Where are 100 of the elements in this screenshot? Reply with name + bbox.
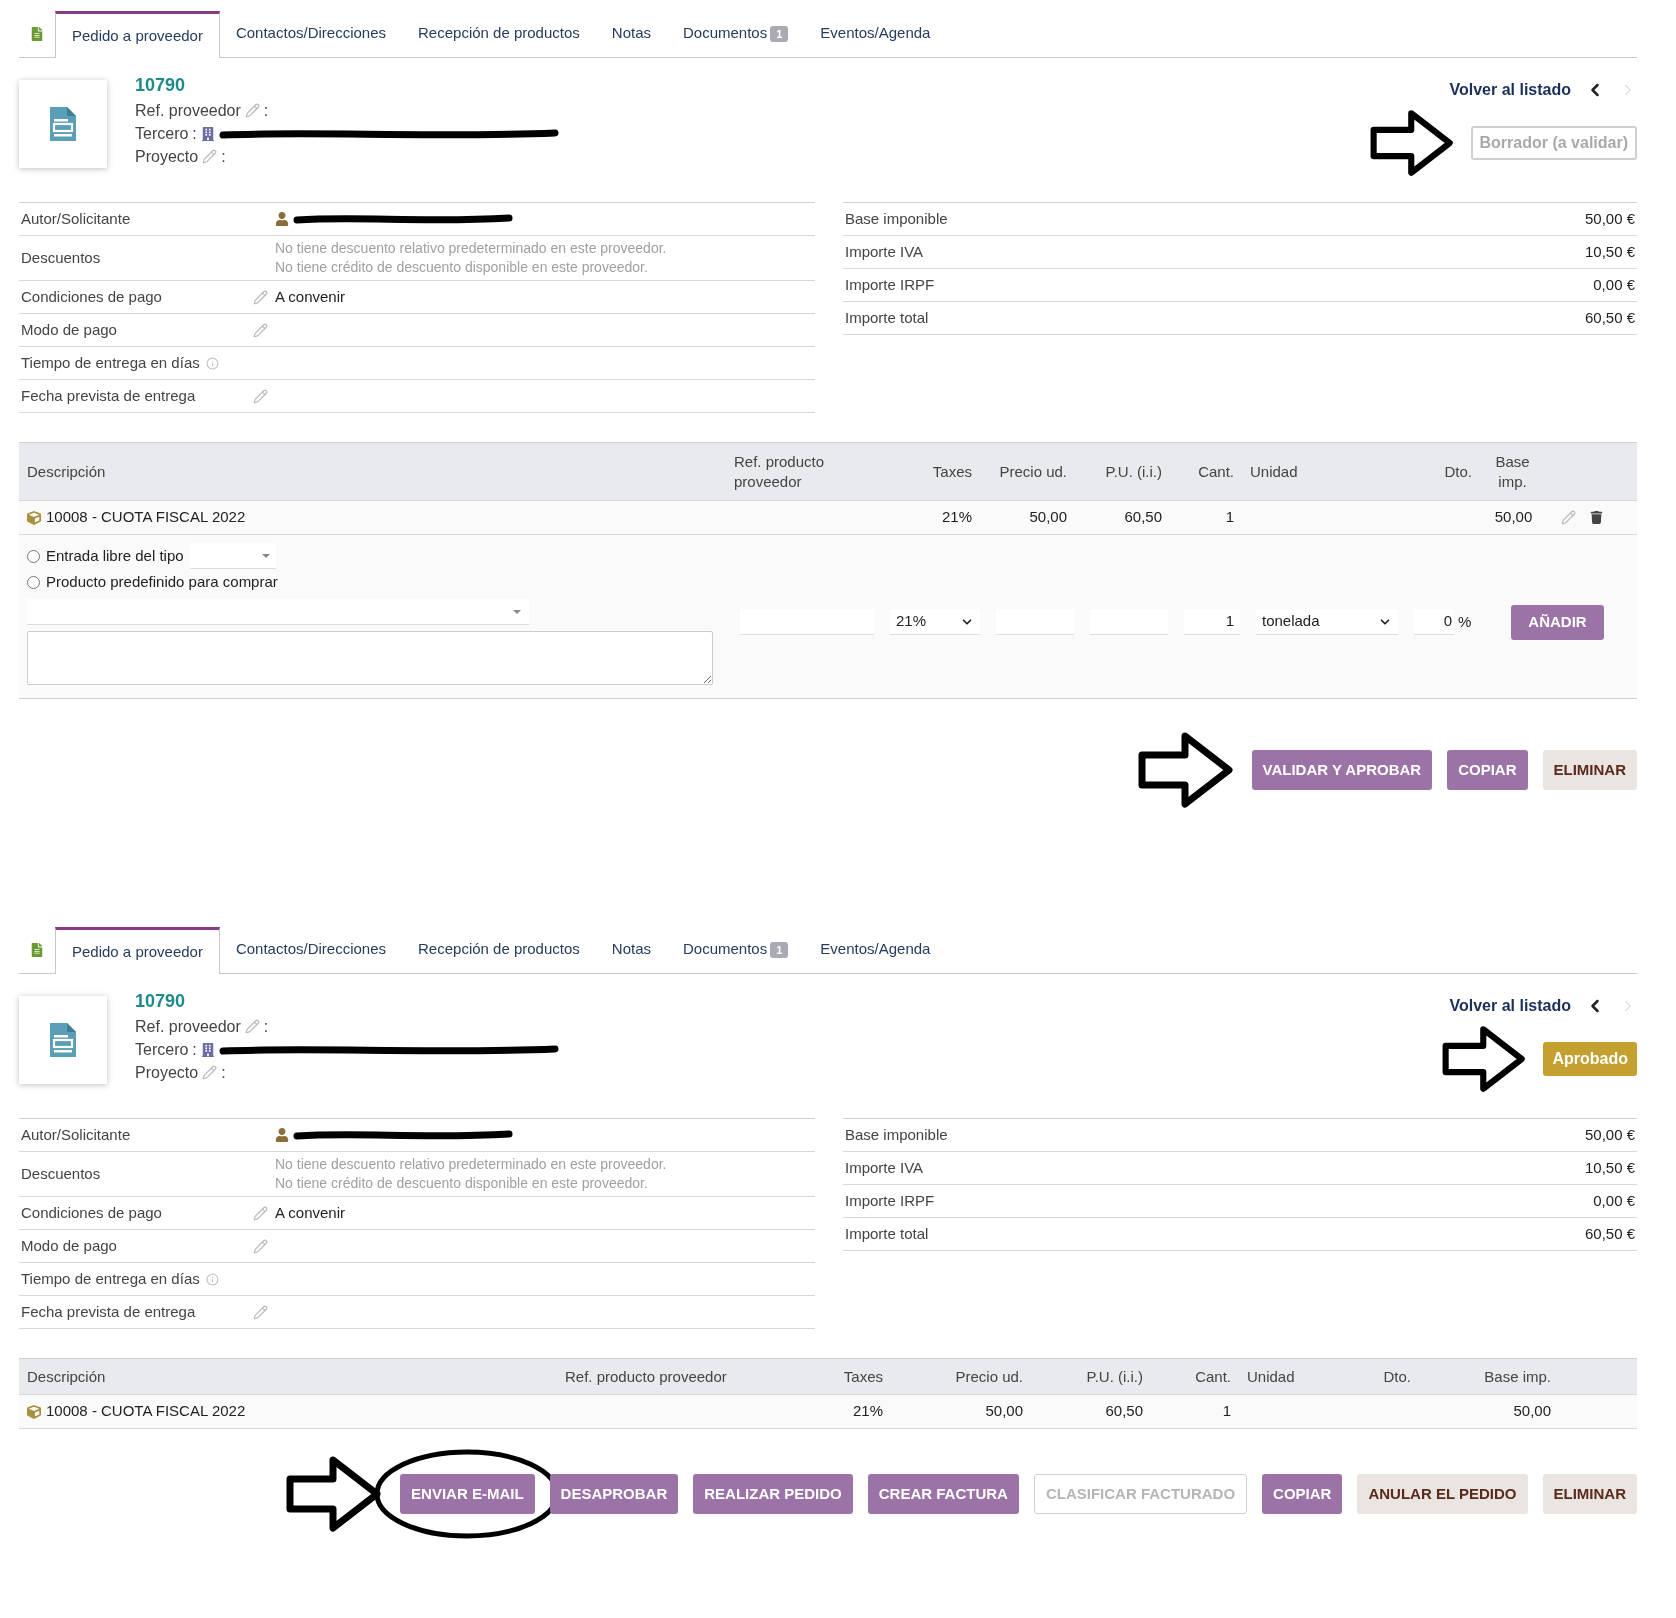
- edit-icon[interactable]: [253, 1304, 268, 1320]
- field-label: Fecha prevista de entrega: [21, 1301, 196, 1322]
- colon: :: [263, 1017, 269, 1037]
- table-cell-text: 21%: [851, 1401, 883, 1422]
- tab[interactable]: Pedido a proveedor: [55, 11, 220, 58]
- field-label: Tercero: [135, 1040, 189, 1060]
- total-value: 10,50 €: [1584, 1157, 1635, 1178]
- tax-select[interactable]: 21%: [890, 609, 980, 635]
- column-header: Precio ud.: [998, 461, 1067, 482]
- action-button[interactable]: ELIMINAR: [1542, 1474, 1637, 1514]
- info-icon: [205, 1272, 219, 1286]
- count-badge: 1: [770, 25, 789, 42]
- price-tax-field[interactable]: [1090, 609, 1168, 635]
- tab[interactable]: Pedido a proveedor: [55, 927, 220, 974]
- status-badge: Borrador (a validar): [1470, 126, 1637, 160]
- total-label: Importe total: [845, 1223, 929, 1244]
- column-header: Ref. producto proveedor: [564, 1366, 728, 1387]
- product-description: 10008 - CUOTA FISCAL 2022: [46, 1401, 246, 1422]
- edit-icon[interactable]: [1561, 510, 1576, 525]
- tab[interactable]: Contactos/Direcciones: [219, 10, 402, 57]
- edit-icon[interactable]: [244, 1019, 260, 1034]
- action-button[interactable]: ENVIAR E-MAIL: [400, 1474, 535, 1514]
- edit-icon[interactable]: [253, 289, 268, 305]
- column-header: Taxes: [931, 461, 972, 482]
- table-cell-text: 1: [1224, 507, 1234, 528]
- field-label: Descuentos: [21, 247, 101, 268]
- delete-icon[interactable]: [1590, 511, 1603, 524]
- table-cell-text: 1: [1221, 1401, 1231, 1422]
- description-field[interactable]: [27, 631, 713, 685]
- tab[interactable]: Notas: [595, 10, 667, 57]
- company-icon: [200, 1042, 215, 1057]
- edit-icon[interactable]: [202, 149, 218, 164]
- field-label: Condiciones de pago: [21, 1202, 162, 1223]
- action-button[interactable]: COPIAR: [1447, 750, 1528, 790]
- colon: :: [221, 1063, 226, 1083]
- action-button[interactable]: VALIDAR Y APROBAR: [1251, 750, 1433, 790]
- product-select[interactable]: [27, 599, 529, 625]
- total-value: 60,50 €: [1584, 307, 1635, 328]
- type-select[interactable]: [189, 543, 276, 569]
- supplier-ref-field[interactable]: [740, 609, 874, 635]
- edit-icon[interactable]: [253, 388, 268, 404]
- total-label: Importe IVA: [845, 1157, 924, 1178]
- tab[interactable]: Documentos 1: [667, 10, 805, 57]
- tab[interactable]: Eventos/Agenda: [804, 10, 947, 57]
- table-cell-text: 60,50: [1104, 1401, 1143, 1422]
- tab[interactable]: Documentos 1: [667, 926, 805, 973]
- table-cell-text: 50,00: [1028, 507, 1067, 528]
- back-to-list-link[interactable]: Volver al listado: [1449, 994, 1571, 1018]
- table-cell-text: 50,00: [1512, 1401, 1551, 1422]
- option-label: Producto predefinido para comprar: [46, 571, 278, 592]
- total-label: Importe IRPF: [845, 1190, 935, 1211]
- radio-button[interactable]: [27, 549, 40, 563]
- tab[interactable]: Recepción de productos: [402, 10, 596, 57]
- total-value: 50,00 €: [1584, 1124, 1635, 1145]
- radio-button[interactable]: [27, 575, 40, 589]
- field-label: Tiempo de entrega en días: [21, 352, 200, 373]
- edit-icon[interactable]: [253, 1205, 268, 1221]
- column-header: Base imp.: [1483, 1366, 1551, 1387]
- tab[interactable]: Notas: [595, 926, 667, 973]
- quantity-field[interactable]: 1: [1184, 609, 1240, 635]
- total-label: Importe IVA: [845, 241, 924, 262]
- action-button[interactable]: ELIMINAR: [1542, 750, 1637, 790]
- action-button[interactable]: ANULAR EL PEDIDO: [1357, 1474, 1528, 1514]
- field-label: Tercero: [135, 124, 189, 144]
- discount-field[interactable]: 0: [1414, 609, 1454, 635]
- price-field[interactable]: [996, 609, 1074, 635]
- column-header: Unidad: [1249, 461, 1299, 482]
- total-value: 50,00 €: [1584, 208, 1635, 229]
- column-header: P.U. (i.i.): [1085, 1366, 1143, 1387]
- count-badge: 1: [770, 941, 789, 958]
- back-to-list-link[interactable]: Volver al listado: [1449, 78, 1571, 102]
- edit-icon[interactable]: [244, 103, 260, 118]
- tab[interactable]: Recepción de productos: [402, 926, 596, 973]
- column-header: Descripción: [26, 461, 107, 482]
- total-value: 60,50 €: [1584, 1223, 1635, 1244]
- add-button[interactable]: AÑADIR: [1511, 604, 1604, 640]
- total-value: 10,50 €: [1584, 241, 1635, 262]
- action-button[interactable]: CREAR FACTURA: [867, 1474, 1019, 1514]
- edit-icon[interactable]: [253, 1238, 268, 1254]
- product-description: 10008 - CUOTA FISCAL 2022: [46, 507, 246, 528]
- action-button[interactable]: REALIZAR PEDIDO: [693, 1474, 853, 1514]
- colon: :: [221, 147, 226, 167]
- column-header: Cant.: [1197, 461, 1234, 482]
- column-header: Taxes: [842, 1366, 883, 1387]
- field-label: Proyecto: [135, 1063, 199, 1083]
- field-label: Tiempo de entrega en días: [21, 1268, 200, 1289]
- edit-icon[interactable]: [202, 1065, 218, 1080]
- column-header: Dto.: [1382, 1366, 1411, 1387]
- total-label: Importe IRPF: [845, 274, 935, 295]
- tab[interactable]: Eventos/Agenda: [804, 926, 947, 973]
- action-button[interactable]: DESAPROBAR: [549, 1474, 679, 1514]
- note-text: No tiene descuento relativo predeterminado en este proveedor.: [275, 1155, 667, 1174]
- user-icon: [275, 212, 289, 226]
- edit-icon[interactable]: [253, 322, 268, 338]
- action-button[interactable]: COPIAR: [1262, 1474, 1343, 1514]
- file-icon: [30, 942, 44, 957]
- tab[interactable]: Contactos/Direcciones: [219, 926, 402, 973]
- field-label: Autor/Solicitante: [21, 1124, 131, 1145]
- unit-select[interactable]: tonelada: [1256, 609, 1398, 635]
- colon: :: [192, 1040, 197, 1060]
